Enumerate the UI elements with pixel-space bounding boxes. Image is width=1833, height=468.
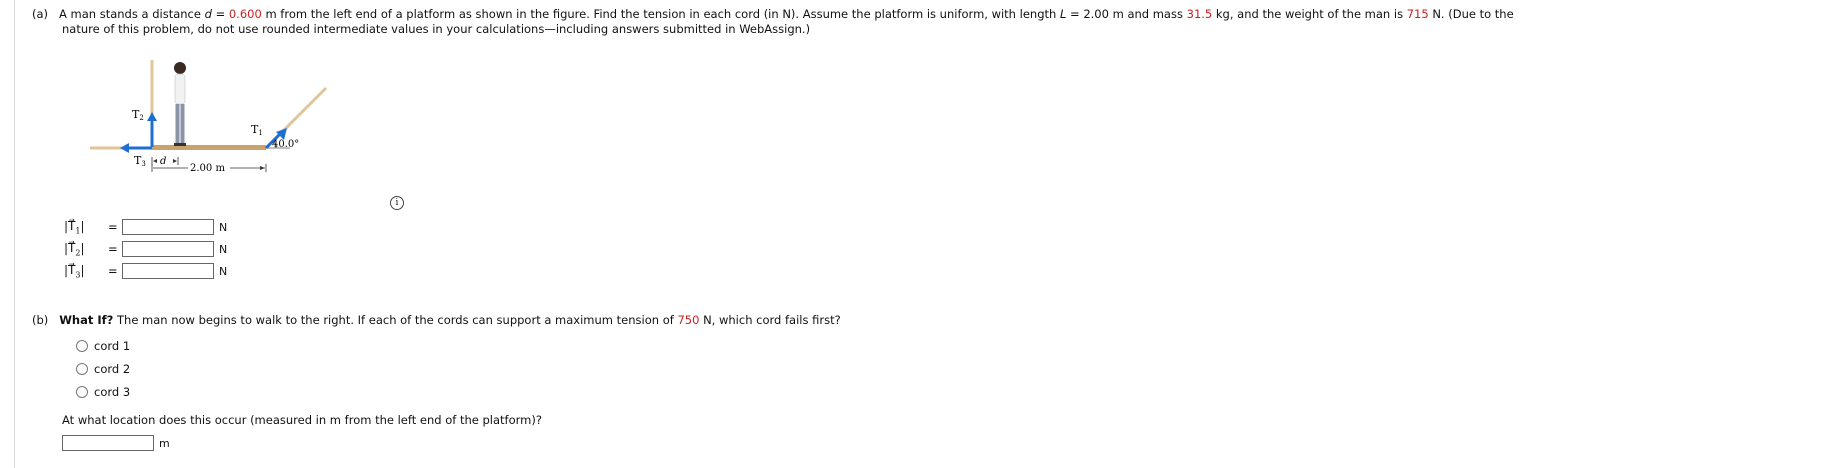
- part-b-question: (b) What If? The man now begins to walk …: [32, 312, 841, 328]
- platform: [152, 145, 266, 150]
- t2-equals: =: [108, 242, 118, 256]
- part-a-question-line-2: nature of this problem, do not use round…: [62, 21, 810, 37]
- cord-1-radio[interactable]: [76, 340, 88, 352]
- part-a-question-line-1: (a) A man stands a distance d = 0.600 m …: [32, 6, 1514, 22]
- cord-3-option-label: cord 3: [94, 385, 131, 399]
- L-text: = 2.00 m and mass: [1070, 7, 1183, 21]
- d-value: 0.600: [228, 7, 262, 21]
- t2-label: T2: [132, 108, 144, 122]
- part-a-text-3: kg, and the weight of the man is: [1215, 7, 1404, 21]
- t3-arrowhead: [120, 143, 129, 153]
- t1-answer-input[interactable]: [122, 219, 214, 235]
- part-a-text-2: m from the left end of a platform as sho…: [265, 7, 1057, 21]
- info-icon[interactable]: i: [390, 196, 404, 210]
- what-if-label: What If?: [59, 313, 114, 327]
- part-a-label: (a): [32, 7, 49, 21]
- man-figure: [174, 62, 186, 146]
- angle-label: 40.0°: [272, 139, 299, 150]
- part-a-text-line2: nature of this problem, do not use round…: [62, 22, 811, 36]
- cord-2-radio[interactable]: [76, 363, 88, 375]
- cord-3-option[interactable]: cord 3: [76, 382, 130, 402]
- part-b-label: (b): [32, 313, 49, 327]
- t2-arrowhead: [147, 112, 157, 121]
- t2-magnitude-label: |T⃗2|: [64, 240, 85, 258]
- location-answer-input[interactable]: [62, 435, 154, 451]
- t3-answer-input[interactable]: [122, 263, 214, 279]
- t1-label: T1: [251, 123, 263, 137]
- part-b-text-2: N, which cord fails first?: [703, 313, 841, 327]
- part-a-text-4: N. (Due to the: [1432, 7, 1514, 21]
- length-label: 2.00 m: [190, 163, 225, 174]
- t3-answer-row: |T⃗3| = N: [64, 260, 227, 282]
- d-dim-arrow-right: [173, 159, 177, 163]
- t1-unit: N: [219, 220, 228, 234]
- d-label: d: [160, 156, 166, 167]
- d-equals: =: [215, 7, 226, 21]
- weight-value: 715: [1406, 7, 1429, 21]
- cord-3-radio[interactable]: [76, 386, 88, 398]
- d-symbol: d: [204, 7, 212, 21]
- L-symbol: L: [1059, 7, 1067, 21]
- cord-2-option-label: cord 2: [94, 362, 131, 376]
- left-margin-rule: [14, 0, 15, 468]
- location-question: At what location does this occur (measur…: [62, 413, 542, 427]
- cord-1-option[interactable]: cord 1: [76, 336, 130, 356]
- t3-unit: N: [219, 264, 228, 278]
- t1-answer-row: |T⃗1| = N: [64, 216, 227, 238]
- d-dim-arrow-left: [153, 159, 157, 163]
- t3-magnitude-label: |T⃗3|: [64, 262, 85, 280]
- t2-answer-input[interactable]: [122, 241, 214, 257]
- t3-equals: =: [108, 264, 118, 278]
- length-dim-arrow-right: [260, 166, 265, 170]
- cord-2-option[interactable]: cord 2: [76, 359, 130, 379]
- location-answer-row: m: [62, 432, 170, 454]
- max-tension-value: 750: [677, 313, 700, 327]
- t1-magnitude-label: |T⃗1|: [64, 218, 85, 236]
- part-a-text-1: A man stands a distance: [59, 7, 201, 21]
- t2-answer-row: |T⃗2| = N: [64, 238, 227, 260]
- part-b-text-1: The man now begins to walk to the right.…: [117, 313, 674, 327]
- platform-figure: T2 T3 T1 40.0° d 2.00 m: [90, 60, 328, 174]
- location-unit: m: [159, 436, 170, 450]
- t1-equals: =: [108, 220, 118, 234]
- t2-unit: N: [219, 242, 228, 256]
- mass-value: 31.5: [1186, 7, 1213, 21]
- cord-1-option-label: cord 1: [94, 339, 131, 353]
- t3-label: T3: [134, 154, 146, 168]
